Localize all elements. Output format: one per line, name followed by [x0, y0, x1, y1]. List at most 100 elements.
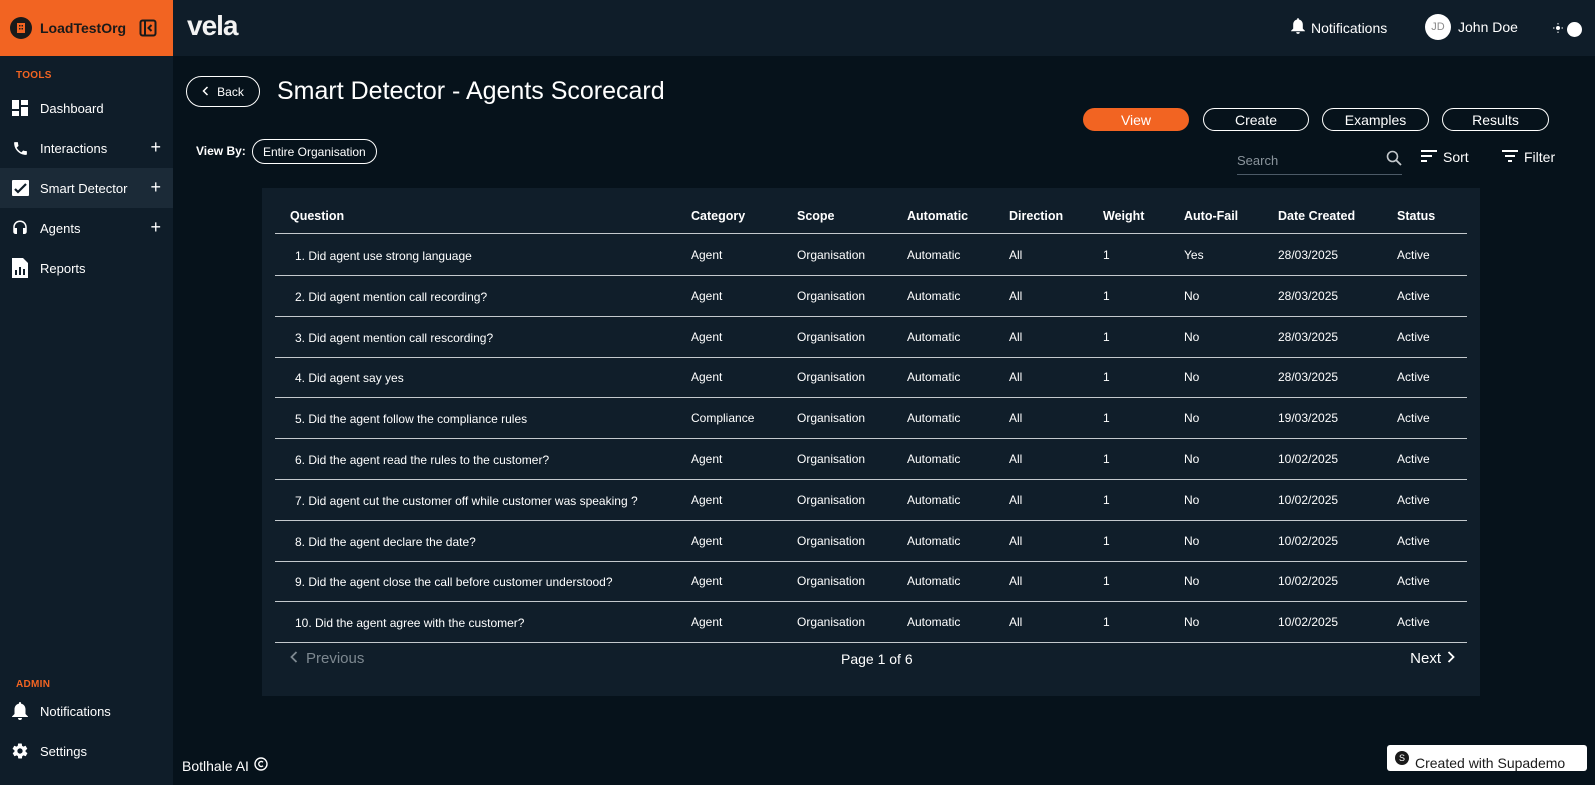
- cell-question: 9. Did the agent close the call before c…: [295, 575, 613, 590]
- sort-button[interactable]: Sort: [1421, 149, 1469, 165]
- page-title: Smart Detector - Agents Scorecard: [277, 77, 665, 105]
- cell-weight: 1: [1103, 452, 1110, 466]
- tab-examples[interactable]: Examples: [1322, 108, 1429, 131]
- cell-automatic: Automatic: [907, 411, 961, 426]
- sidebar-item-interactions[interactable]: Interactions +: [0, 128, 173, 168]
- sidebar-item-dashboard[interactable]: Dashboard: [0, 88, 173, 128]
- sidebar-item-label: Interactions: [40, 140, 108, 156]
- table-row[interactable]: 8. Did the agent declare the date? Agent O…: [275, 521, 1467, 562]
- report-icon: [11, 258, 29, 278]
- cell-weight: 1: [1103, 574, 1110, 589]
- cell-weight: 1: [1103, 370, 1110, 385]
- column-header-scope[interactable]: Scope: [797, 209, 835, 223]
- column-header-category[interactable]: Category: [691, 209, 745, 223]
- sidebar-item-label: Settings: [40, 743, 87, 759]
- cell-auto-fail: No: [1184, 615, 1200, 630]
- cell-automatic: Automatic: [907, 329, 961, 344]
- cell-category: Agent: [691, 329, 723, 344]
- cell-automatic: Automatic: [907, 288, 961, 303]
- cell-automatic: Automatic: [907, 574, 961, 589]
- expand-plus-icon[interactable]: +: [150, 138, 161, 156]
- cell-question: 2. Did agent mention call recording?: [295, 289, 488, 304]
- column-header-auto-fail[interactable]: Auto-Fail: [1184, 209, 1238, 223]
- cell-direction: All: [1009, 615, 1023, 630]
- expand-plus-icon[interactable]: +: [150, 178, 161, 196]
- column-header-status[interactable]: Status: [1397, 209, 1435, 223]
- search-input[interactable]: Search: [1237, 147, 1402, 175]
- back-button[interactable]: Back: [186, 76, 260, 107]
- notifications-button[interactable]: Notifications: [1291, 18, 1387, 37]
- theme-toggle[interactable]: [1553, 20, 1582, 38]
- cell-date-created: 10/02/2025: [1278, 533, 1339, 548]
- filter-label: Filter: [1524, 149, 1556, 165]
- cell-status: Active: [1397, 533, 1430, 548]
- next-button[interactable]: Next: [1410, 650, 1455, 667]
- cell-auto-fail: No: [1184, 370, 1200, 385]
- avatar: JD: [1425, 14, 1451, 40]
- sidebar-item-label: Smart Detector: [40, 180, 128, 196]
- cell-scope: Organisation: [797, 574, 866, 589]
- tab-create[interactable]: Create: [1203, 108, 1309, 131]
- cell-auto-fail: No: [1184, 452, 1200, 466]
- chevron-left-icon: [202, 85, 209, 99]
- view-by-selector[interactable]: Entire Organisation: [252, 139, 377, 164]
- cell-auto-fail: No: [1184, 288, 1200, 303]
- chart-check-icon: [11, 179, 29, 197]
- sidebar-collapse-icon[interactable]: [139, 19, 157, 37]
- sidebar-item-reports[interactable]: Reports: [0, 248, 173, 288]
- back-label: Back: [217, 84, 244, 99]
- cell-scope: Organisation: [797, 452, 866, 466]
- sidebar-item-label: Agents: [40, 220, 81, 236]
- expand-plus-icon[interactable]: +: [150, 218, 161, 236]
- table-row[interactable]: 4. Did agent say yes Agent Organisation Aut…: [275, 357, 1467, 399]
- cell-weight: 1: [1103, 411, 1110, 426]
- footer: Botlhale AI: [182, 757, 268, 774]
- cell-category: Agent: [691, 533, 723, 548]
- org-header[interactable]: LoadTestOrg: [0, 0, 173, 56]
- copyright-icon: [254, 757, 268, 774]
- column-header-automatic[interactable]: Automatic: [907, 209, 968, 223]
- sidebar-item-notifications[interactable]: Notifications: [0, 691, 173, 731]
- table-row[interactable]: 7. Did agent cut the customer off while …: [275, 480, 1467, 521]
- cell-category: Agent: [691, 615, 723, 630]
- table-row[interactable]: 6. Did the agent read the rules to the c…: [275, 439, 1467, 480]
- column-header-question[interactable]: Question: [290, 209, 344, 223]
- table-row[interactable]: 9. Did the agent close the call before c…: [275, 561, 1467, 603]
- filter-button[interactable]: Filter: [1502, 149, 1555, 165]
- tab-results[interactable]: Results: [1442, 108, 1549, 131]
- cell-auto-fail: No: [1184, 329, 1200, 344]
- pagination: Previous Page 1 of 6 Next: [275, 650, 1467, 670]
- column-header-date-created[interactable]: Date Created: [1278, 209, 1355, 223]
- table-row[interactable]: 3. Did agent mention call rescording? Age…: [275, 317, 1467, 358]
- table-row[interactable]: 10. Did the agent agree with the custome…: [275, 602, 1467, 644]
- column-header-weight[interactable]: Weight: [1103, 209, 1144, 223]
- filter-icon: [1502, 149, 1518, 165]
- brand-logo[interactable]: vela: [187, 10, 238, 42]
- tab-view[interactable]: View: [1083, 108, 1189, 131]
- sidebar-item-smart-detector[interactable]: Smart Detector +: [0, 168, 173, 208]
- cell-auto-fail: No: [1184, 574, 1200, 589]
- tools-section-label: TOOLS: [16, 70, 52, 81]
- cell-automatic: Automatic: [907, 370, 961, 385]
- cell-date-created: 10/02/2025: [1278, 452, 1339, 466]
- sidebar-item-settings[interactable]: Settings: [0, 731, 173, 771]
- user-menu[interactable]: JD John Doe: [1425, 14, 1518, 40]
- cell-direction: All: [1009, 452, 1023, 466]
- table-row[interactable]: 1. Did agent use strong language Agent Org…: [275, 235, 1467, 276]
- cell-scope: Organisation: [797, 248, 866, 262]
- headset-icon: [11, 219, 29, 237]
- sort-icon: [1421, 149, 1437, 165]
- cell-category: Agent: [691, 452, 723, 466]
- supademo-badge[interactable]: S Created with Supademo: [1387, 745, 1587, 771]
- previous-button[interactable]: Previous: [290, 650, 364, 667]
- sidebar-item-agents[interactable]: Agents +: [0, 208, 173, 248]
- cell-direction: All: [1009, 329, 1023, 344]
- notifications-label: Notifications: [1311, 19, 1388, 36]
- search-placeholder: Search: [1237, 153, 1279, 168]
- cell-date-created: 10/02/2025: [1278, 615, 1339, 630]
- table-row[interactable]: 5. Did the agent follow the compliance r…: [275, 398, 1467, 440]
- table-row[interactable]: 2. Did agent mention call recording? Agen…: [275, 276, 1467, 317]
- search-icon: [1386, 150, 1402, 171]
- column-header-direction[interactable]: Direction: [1009, 209, 1063, 223]
- cell-direction: All: [1009, 411, 1023, 426]
